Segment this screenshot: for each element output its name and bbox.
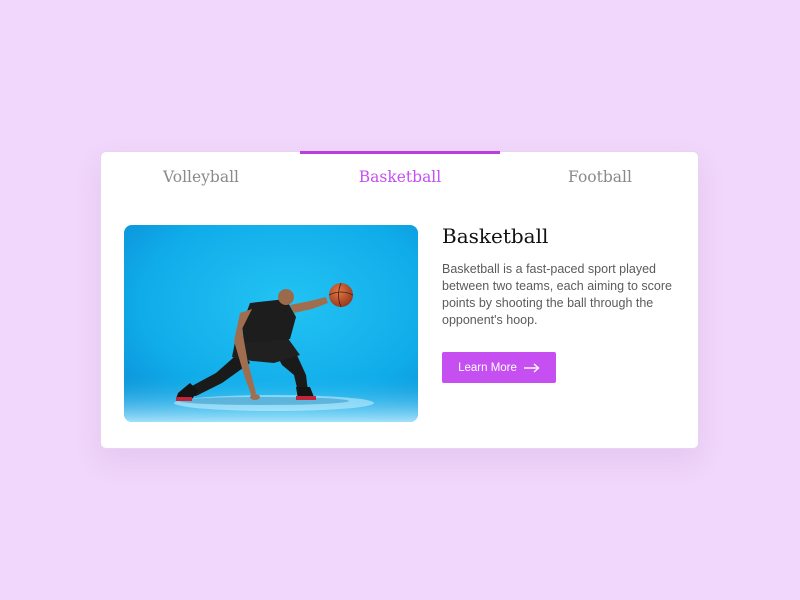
tab-volleyball[interactable]: Volleyball [101,152,301,202]
tab-basketball[interactable]: Basketball [300,152,500,202]
active-tab-indicator [300,151,500,154]
tab-football[interactable]: Football [500,152,700,202]
arrow-right-icon [523,362,540,373]
sport-card: Volleyball Basketball Football Basketbal… [100,151,699,449]
sport-title: Basketball [442,224,549,248]
basketball-player-photo [124,225,418,422]
learn-more-button[interactable]: Learn More [442,352,556,383]
learn-more-label: Learn More [458,361,517,374]
tab-bar: Volleyball Basketball Football [101,151,700,202]
sport-description: Basketball is a fast-paced sport played … [442,262,672,327]
